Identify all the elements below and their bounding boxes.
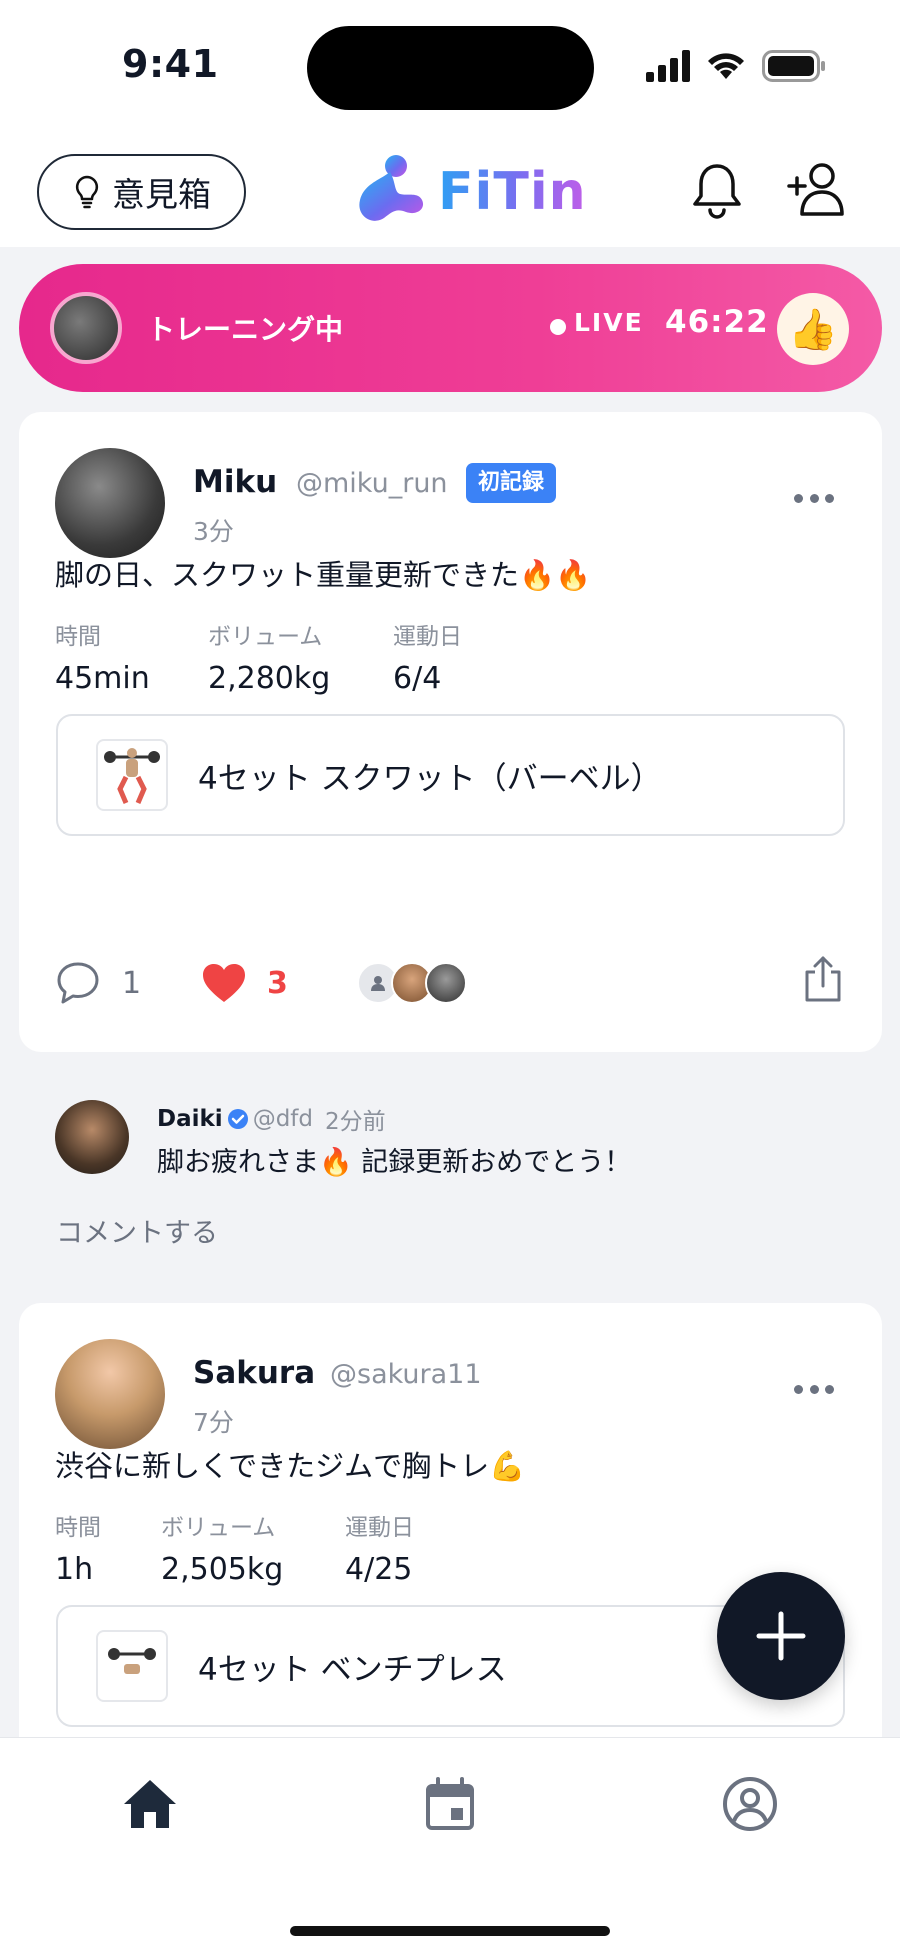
stat-label: 運動日: [345, 1515, 414, 1541]
post-username[interactable]: Miku: [193, 464, 277, 500]
post-handle: @sakura11: [330, 1359, 482, 1390]
post-text: 渋谷に新しくできたジムで胸トレ💪: [55, 1449, 526, 1483]
stat-value: 1h: [55, 1552, 94, 1587]
status-bar: 9:41: [0, 0, 900, 130]
app-logo: FiTin: [350, 154, 587, 230]
live-title: トレーニング中: [147, 313, 344, 346]
stat-label: 時間: [55, 624, 101, 650]
post-handle: @miku_run: [296, 468, 448, 499]
stat-value: 2,505kg: [161, 1552, 284, 1587]
live-timer: 46:22: [665, 304, 769, 340]
live-user-avatar: [50, 292, 122, 364]
stat-value: 4/25: [345, 1552, 413, 1587]
verified-icon: [227, 1109, 248, 1129]
battery-icon: [762, 50, 825, 82]
add-comment-link[interactable]: コメントする: [56, 1211, 218, 1250]
stat-value: 45min: [55, 661, 150, 696]
post-username[interactable]: Sakura: [193, 1355, 315, 1391]
feed[interactable]: トレーニング中 LIVE 46:22 👍 Miku @miku_run 初記録 …: [0, 247, 900, 1737]
plus-icon: [756, 1611, 806, 1661]
signal-icon: [646, 50, 690, 82]
squat-figure-icon: [104, 748, 160, 804]
stat-volume: ボリューム 2,280kg: [208, 617, 393, 696]
opinion-box-button[interactable]: 意見箱: [37, 154, 246, 230]
comment-count: 1: [122, 966, 142, 1001]
post-actions: 1 3: [55, 954, 845, 1014]
liker-avatars[interactable]: [357, 962, 467, 1004]
stat-date: 運動日 6/4: [393, 617, 462, 696]
person-icon: [371, 976, 385, 991]
post-stats: 時間 45min ボリューム 2,280kg 運動日 6/4: [55, 617, 462, 696]
post-card[interactable]: Miku @miku_run 初記録 3分 脚の日、スクワット重量更新できた🔥🔥…: [19, 412, 882, 1052]
bell-icon[interactable]: [690, 160, 744, 220]
exercise-thumbnail: [96, 1630, 168, 1702]
post-time: 3分: [193, 517, 234, 546]
live-label: LIVE: [574, 308, 644, 337]
stat-duration: 時間 45min: [55, 617, 208, 696]
liker-avatar: [425, 962, 467, 1004]
lightbulb-icon: [75, 175, 99, 209]
comment-handle: @dfd: [252, 1106, 313, 1132]
post-time: 7分: [193, 1408, 234, 1437]
app-header: 意見箱 FiTin: [0, 130, 900, 247]
status-time: 9:41: [122, 42, 219, 86]
stat-duration: 時間 1h: [55, 1508, 161, 1587]
create-post-button[interactable]: [717, 1572, 845, 1700]
profile-icon[interactable]: [720, 1774, 780, 1834]
stat-label: ボリューム: [161, 1515, 276, 1541]
post-text: 脚の日、スクワット重量更新できた🔥🔥: [55, 558, 592, 592]
wifi-icon: [708, 53, 744, 79]
add-friend-icon[interactable]: [786, 158, 848, 220]
thumbs-up-icon: 👍: [788, 306, 838, 353]
like-count: 3: [267, 966, 288, 1001]
home-indicator: [290, 1926, 610, 1936]
calendar-icon[interactable]: [420, 1774, 480, 1834]
exercise-summary[interactable]: 4セット スクワット（バーベル）: [56, 714, 845, 836]
fitin-logo-mark: [359, 155, 424, 221]
first-record-badge: 初記録: [466, 463, 557, 503]
avatar[interactable]: [55, 448, 165, 558]
heart-icon[interactable]: [201, 962, 247, 1004]
tab-bar: [0, 1737, 900, 1951]
comment-time: 2分前: [324, 1109, 386, 1135]
comment[interactable]: Daiki @dfd 2分前 脚お疲れさま🔥 記録更新おめでとう！: [55, 1100, 855, 1180]
live-dot: [550, 319, 566, 335]
home-icon[interactable]: [120, 1774, 180, 1834]
avatar[interactable]: [55, 1339, 165, 1449]
thumbs-up-button[interactable]: 👍: [777, 293, 849, 365]
stat-date: 運動日 4/25: [345, 1508, 414, 1587]
more-options-icon[interactable]: [794, 1385, 834, 1397]
dynamic-island: [307, 26, 594, 110]
comment-body: 脚お疲れさま🔥 記録更新おめでとう！: [157, 1147, 632, 1178]
comment-author[interactable]: Daiki: [157, 1106, 223, 1132]
share-icon[interactable]: [801, 954, 845, 1004]
stat-label: ボリューム: [208, 624, 323, 650]
comment-icon[interactable]: [55, 960, 101, 1006]
exercise-thumbnail: [96, 739, 168, 811]
stat-label: 時間: [55, 1515, 101, 1541]
stat-volume: ボリューム 2,505kg: [161, 1508, 345, 1587]
comment-meta: Daiki @dfd 2分前: [157, 1102, 386, 1136]
avatar[interactable]: [55, 1100, 129, 1174]
opinion-box-label: 意見箱: [112, 175, 211, 214]
post-stats: 時間 1h ボリューム 2,505kg 運動日 4/25: [55, 1508, 414, 1587]
stat-value: 6/4: [393, 661, 442, 696]
exercise-text: 4セット ベンチプレス: [198, 1651, 507, 1688]
live-training-banner[interactable]: トレーニング中 LIVE 46:22 👍: [19, 264, 882, 392]
exercise-text: 4セット スクワット（バーベル）: [198, 760, 662, 797]
more-options-icon[interactable]: [794, 494, 834, 506]
logo-text: FiTin: [438, 162, 587, 222]
stat-value: 2,280kg: [208, 661, 331, 696]
stat-label: 運動日: [393, 624, 462, 650]
bench-press-figure-icon: [108, 1648, 156, 1674]
